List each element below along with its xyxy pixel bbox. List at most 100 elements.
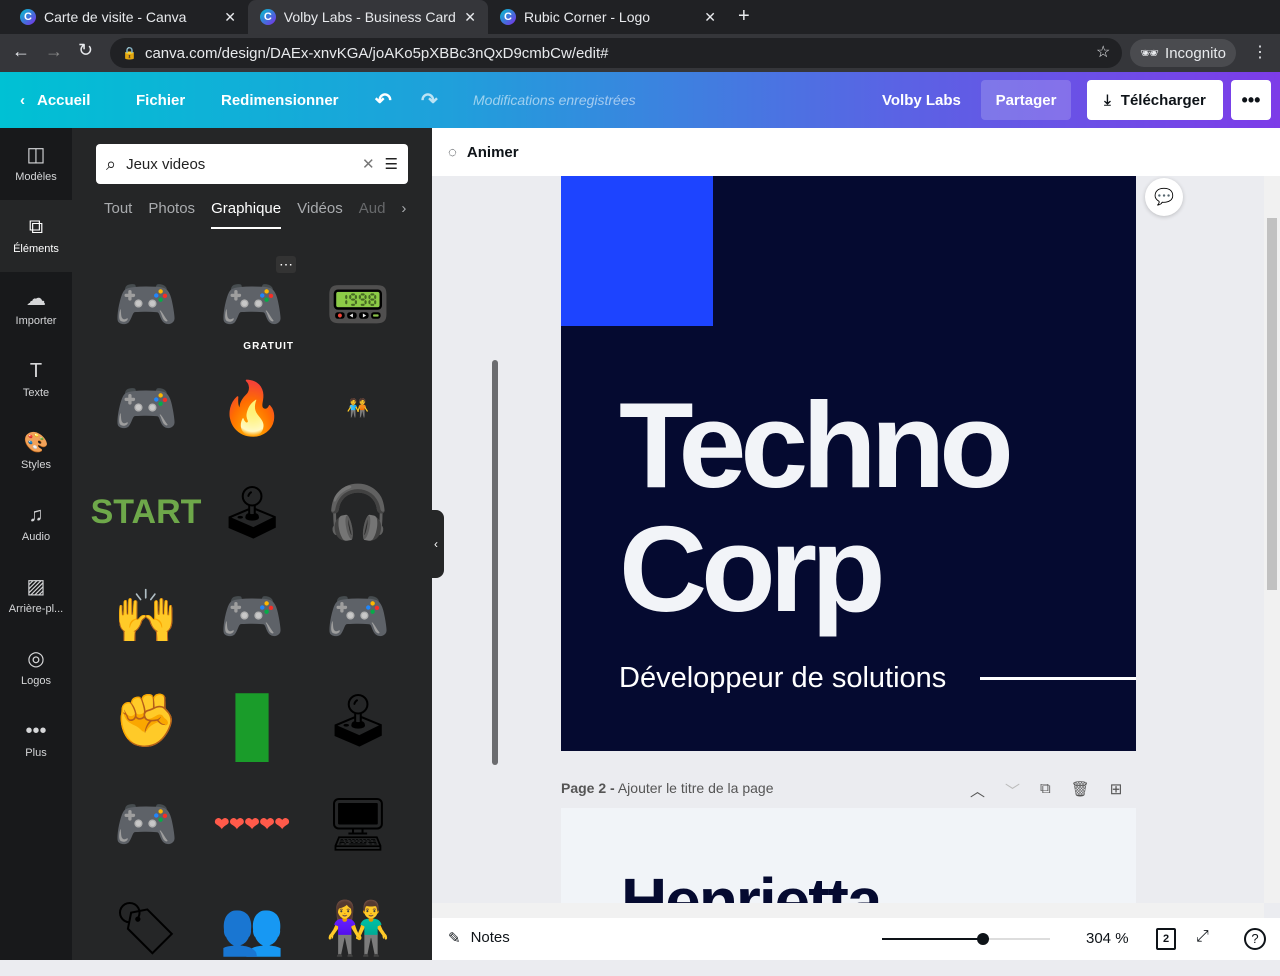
graphic-gamers-people[interactable]: 🧑‍🤝‍🧑 xyxy=(308,360,408,456)
page-2-heading[interactable]: Henrietta xyxy=(621,864,882,904)
chevron-right-icon[interactable]: › xyxy=(401,200,406,229)
graphic-handheld-console[interactable]: 📟 xyxy=(308,256,408,352)
tab-audio[interactable]: Aud xyxy=(359,200,386,229)
browser-tab-active[interactable]: C Volby Labs - Business Card ✕ xyxy=(248,0,488,34)
graphic-hand-gamepad[interactable]: ✊ xyxy=(96,672,196,768)
zoom-slider-handle[interactable] xyxy=(976,933,989,945)
delete-page-icon[interactable]: 🗑 xyxy=(1071,780,1090,801)
panel-tabs: Tout Photos Graphique Vidéos Aud › xyxy=(104,200,406,229)
graphic-gamepad-grey[interactable]: 🎮 xyxy=(96,256,196,352)
graphic-hands-handheld[interactable]: 🙌 xyxy=(96,568,196,664)
nav-logos[interactable]: ◎ Logos xyxy=(0,632,72,704)
fullscreen-icon[interactable]: ⤢ xyxy=(1196,928,1209,946)
team-name[interactable]: Volby Labs xyxy=(882,72,961,128)
page-title-placeholder[interactable]: Ajouter le titre de la page xyxy=(618,780,774,796)
side-nav: ◫ Modèles ⧉ Éléments ☁ Importer T Texte 🎨 Sty… xyxy=(0,128,72,960)
graphic-hearts[interactable]: ❤❤❤❤❤ xyxy=(202,776,302,872)
share-button[interactable]: Partager xyxy=(981,80,1071,120)
incognito-badge[interactable]: 🕶 Incognito xyxy=(1130,39,1236,67)
close-icon[interactable]: ✕ xyxy=(704,9,716,26)
title-line-2[interactable]: Corp xyxy=(619,508,886,630)
subtitle-text[interactable]: Développeur de solutions xyxy=(619,662,946,695)
home-label: Accueil xyxy=(37,91,91,109)
graphic-gamer-desk[interactable]: 🖥 xyxy=(308,776,408,872)
graphic-people-gaming[interactable]: 👫 xyxy=(308,880,408,976)
nav-styles[interactable]: 🎨 Styles xyxy=(0,416,72,488)
more-options-button[interactable]: ••• xyxy=(1231,80,1271,120)
tab-photos[interactable]: Photos xyxy=(148,200,195,229)
filter-icon[interactable]: ☰ xyxy=(385,155,398,173)
nav-backgrounds[interactable]: ▨ Arrière-pl... xyxy=(0,560,72,632)
tab-all[interactable]: Tout xyxy=(104,200,132,229)
move-down-icon[interactable]: ﹀ xyxy=(1005,780,1020,801)
tab-videos[interactable]: Vidéos xyxy=(297,200,343,229)
zoom-level[interactable]: 304 % xyxy=(1086,930,1129,947)
more-icon[interactable]: ⋯ xyxy=(276,256,296,273)
design-page-1[interactable]: Techno Corp Développeur de solutions xyxy=(561,176,1136,751)
search-value: Jeux videos xyxy=(126,155,206,173)
canvas-scrollbar[interactable] xyxy=(1264,176,1280,903)
collapse-panel-button[interactable]: ‹ xyxy=(428,510,444,578)
page-2-label[interactable]: Page 2 - Ajouter le titre de la page xyxy=(561,780,773,796)
browser-tab[interactable]: C Carte de visite - Canva ✕ xyxy=(8,0,248,34)
new-tab-icon[interactable]: + xyxy=(738,5,750,28)
duplicate-page-icon[interactable]: ⧉ xyxy=(1040,780,1051,801)
graphic-hands-gamepad[interactable]: 🎮 xyxy=(308,568,408,664)
nav-more[interactable]: ••• Plus xyxy=(0,704,72,776)
background-pattern-icon: ▨ xyxy=(26,576,46,598)
back-icon[interactable]: ← xyxy=(12,41,30,62)
search-input[interactable]: ⌕ Jeux videos ✕ ☰ xyxy=(96,144,408,184)
star-icon[interactable]: ☆ xyxy=(1096,42,1110,62)
reload-icon[interactable]: ↻ xyxy=(78,40,93,61)
graphic-headset[interactable]: 🎧 xyxy=(308,464,408,560)
add-page-icon[interactable]: ⊞ xyxy=(1110,780,1123,801)
help-icon[interactable]: ? xyxy=(1244,928,1266,950)
title-line-1[interactable]: Techno xyxy=(619,384,1014,506)
notes-button[interactable]: ✎ Notes xyxy=(448,929,510,947)
panel-scrollbar[interactable] xyxy=(492,360,498,765)
undo-icon[interactable]: ↶ xyxy=(375,72,392,128)
clear-icon[interactable]: ✕ xyxy=(362,155,375,173)
file-menu-button[interactable]: Fichier xyxy=(136,72,185,128)
home-button[interactable]: ‹ Accueil xyxy=(20,72,90,128)
graphic-console-ps5[interactable]: 🕹 xyxy=(202,464,302,560)
resize-button[interactable]: Redimensionner xyxy=(221,72,339,128)
graphic-green-pipe[interactable]: ▮ xyxy=(202,671,302,771)
console-ps5-icon: 🕹 xyxy=(218,483,285,542)
menu-icon[interactable]: ⋮ xyxy=(1252,42,1268,62)
graphic-start-text[interactable]: START xyxy=(91,464,202,560)
nav-templates[interactable]: ◫ Modèles xyxy=(0,128,72,200)
forward-icon[interactable]: → xyxy=(45,41,63,62)
graphic-gamepad-black[interactable]: 🎮 xyxy=(202,568,302,664)
horizontal-scrollbar[interactable] xyxy=(432,903,1264,918)
add-comment-icon[interactable]: 💬 xyxy=(1145,178,1183,216)
animate-label: Animer xyxy=(466,143,519,161)
animate-button[interactable]: ◌ Animer xyxy=(448,144,519,161)
url-field[interactable]: 🔒 canva.com/design/DAEx-xnvKGA/joAKo5pXBB… xyxy=(110,38,1122,68)
graphic-gamepad-teal[interactable]: 🎮 xyxy=(96,360,196,456)
zoom-slider[interactable] xyxy=(882,933,1050,945)
tab-graphics[interactable]: Graphique xyxy=(211,200,282,229)
redo-icon[interactable]: ↷ xyxy=(421,72,438,128)
nav-elements[interactable]: ⧉ Éléments xyxy=(0,200,72,272)
close-icon[interactable]: ✕ xyxy=(464,9,476,26)
graphic-people-couch[interactable]: 👥 xyxy=(202,880,302,976)
browser-tab[interactable]: C Rubic Corner - Logo ✕ xyxy=(488,0,728,34)
nav-uploads[interactable]: ☁ Importer xyxy=(0,272,72,344)
close-icon[interactable]: ✕ xyxy=(224,9,236,26)
download-icon: ⤓ xyxy=(1104,91,1111,109)
divider-line[interactable] xyxy=(980,677,1136,680)
nav-text[interactable]: T Texte xyxy=(0,344,72,416)
templates-icon: ◫ xyxy=(26,144,46,166)
graphic-gamepad-fire[interactable]: 🔥 xyxy=(202,360,302,456)
graphic-gamepad-outline[interactable]: 🎮 xyxy=(96,776,196,872)
graphic-gamepad-yellow[interactable]: 🕹 xyxy=(308,672,408,768)
graphic-buy-now[interactable]: 🏷 xyxy=(96,880,196,976)
download-button[interactable]: ⤓ Télécharger xyxy=(1087,80,1223,120)
page-count-button[interactable]: 2 xyxy=(1156,928,1176,950)
nav-audio[interactable]: ♫ Audio xyxy=(0,488,72,560)
blue-square-shape[interactable] xyxy=(561,176,713,326)
graphic-gamepad-white[interactable]: 🎮 GRATUIT ⋯ xyxy=(202,256,302,352)
design-page-2[interactable]: Henrietta xyxy=(561,808,1136,904)
move-up-icon[interactable]: ︿ xyxy=(970,780,985,801)
